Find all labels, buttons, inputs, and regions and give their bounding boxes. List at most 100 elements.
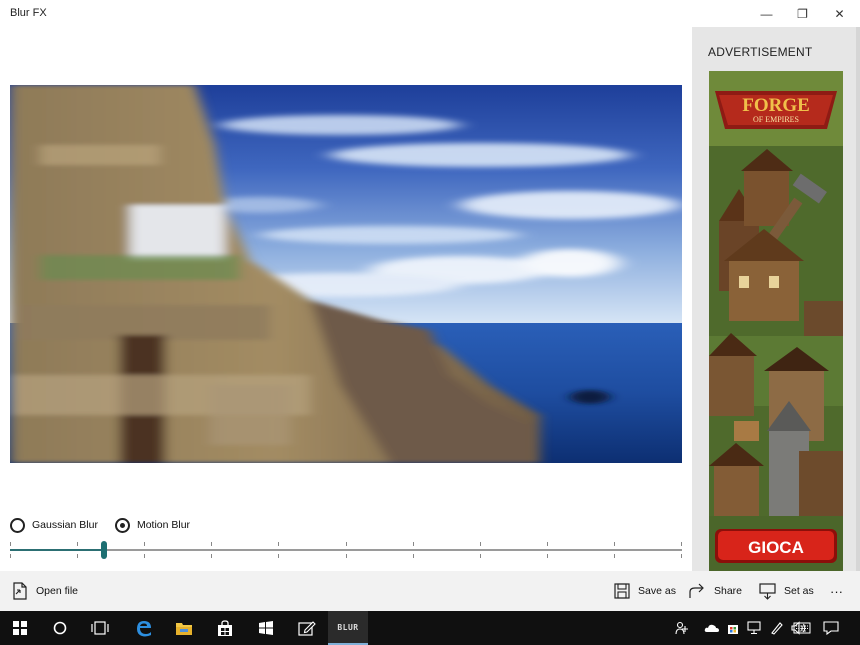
blurred-photo-preview — [10, 85, 682, 463]
slider-tick — [211, 542, 212, 546]
ad-brand-subtitle: OF EMPIRES — [753, 115, 799, 124]
blur-type-radio-group: Gaussian Blur Motion Blur — [10, 515, 207, 535]
slider-thumb[interactable] — [101, 541, 108, 559]
cortana-icon — [53, 621, 67, 635]
gaussian-blur-label: Gaussian Blur — [32, 519, 98, 531]
open-file-icon — [10, 581, 30, 601]
motion-blur-radio[interactable]: Motion Blur — [114, 517, 191, 533]
edit-app-button[interactable] — [287, 611, 327, 645]
store-badge-button[interactable] — [722, 611, 744, 645]
save-as-label: Save as — [638, 585, 676, 597]
action-center-button[interactable] — [820, 611, 842, 645]
slider-tick — [480, 554, 481, 558]
taskbar: BLUR — [0, 611, 860, 645]
store-button[interactable] — [205, 611, 245, 645]
open-file-label: Open file — [36, 585, 79, 597]
slider-tick — [413, 542, 414, 546]
onedrive-icon — [704, 624, 719, 632]
set-as-icon — [758, 581, 778, 601]
network-button[interactable] — [744, 611, 766, 645]
slider-track[interactable] — [10, 549, 682, 551]
edge-button[interactable] — [124, 611, 164, 645]
blur-fx-taskbar-button[interactable]: BLUR — [328, 611, 368, 645]
store-icon — [218, 619, 232, 636]
task-view-button[interactable] — [80, 611, 120, 645]
windows-icon — [259, 621, 273, 635]
pen-workspace-button[interactable] — [766, 611, 788, 645]
ad-panel-scrollbar[interactable] — [856, 27, 860, 571]
set-as-button[interactable]: Set as — [758, 571, 814, 611]
slider-tick — [10, 542, 11, 546]
windows-start-button[interactable] — [0, 611, 40, 645]
gaussian-blur-radio-circle[interactable] — [10, 517, 25, 533]
advertisement-label: ADVERTISEMENT — [708, 45, 813, 59]
blur-fx-app-icon: BLUR — [337, 622, 359, 632]
slider-tick — [278, 554, 279, 558]
share-label: Share — [714, 585, 743, 597]
network-icon — [747, 621, 761, 635]
blur-intensity-slider[interactable] — [10, 536, 682, 564]
cortana-button[interactable] — [40, 611, 80, 645]
minimize-icon: — — [760, 6, 773, 21]
close-button[interactable]: ✕ — [821, 0, 858, 27]
motion-blur-label: Motion Blur — [136, 519, 191, 531]
slider-tick — [614, 554, 615, 558]
slider-tick — [614, 542, 615, 546]
slider-tick — [144, 554, 145, 558]
save-as-button[interactable]: Save as — [612, 571, 676, 611]
photo-image — [10, 85, 682, 463]
people-icon — [675, 621, 688, 635]
people-button[interactable] — [671, 611, 693, 645]
command-bar: Open file Save as Share Set as ··· — [0, 571, 860, 611]
slider-tick — [211, 554, 212, 558]
ad-cta-button: GIOCA — [748, 538, 804, 557]
touch-keyboard-button[interactable] — [790, 611, 814, 645]
slider-tick — [77, 554, 78, 558]
motion-blur-radio-circle[interactable] — [114, 517, 130, 533]
slider-tick — [547, 542, 548, 546]
pen-icon — [771, 622, 783, 635]
share-button[interactable]: Share — [688, 571, 742, 611]
title-bar: Blur FX — ❐ ✕ — [0, 0, 860, 27]
editor-area: Gaussian Blur Motion Blur — [0, 27, 692, 571]
windows-tile-button[interactable] — [246, 611, 286, 645]
more-options-icon: ··· — [830, 583, 843, 599]
slider-tick — [681, 554, 682, 558]
set-as-label: Set as — [784, 585, 814, 597]
slider-tick — [547, 554, 548, 558]
keyboard-icon — [793, 622, 811, 634]
action-center-icon — [823, 621, 839, 635]
slider-tick — [480, 542, 481, 546]
ad-banner-image: FORGE OF EMPIRES GIOCA — [709, 71, 843, 571]
slider-tick — [346, 542, 347, 546]
save-icon — [612, 581, 632, 601]
close-icon: ✕ — [834, 6, 845, 21]
share-icon — [688, 581, 708, 601]
edge-icon — [137, 621, 151, 637]
ad-brand-title: FORGE — [742, 95, 810, 116]
slider-tick — [413, 554, 414, 558]
edit-icon — [298, 621, 316, 636]
minimize-button[interactable]: — — [748, 0, 785, 27]
slider-tick — [144, 542, 145, 546]
ad-panel: ADVERTISEMENT FORGE OF EMPIRES GIOCA — [692, 27, 860, 571]
onedrive-button[interactable] — [701, 611, 723, 645]
slider-tick — [346, 554, 347, 558]
maximize-button[interactable]: ❐ — [784, 0, 821, 27]
slider-tick — [278, 542, 279, 546]
open-file-button[interactable]: Open file — [10, 571, 78, 611]
more-options-button[interactable]: ··· — [830, 571, 843, 611]
slider-fill — [10, 549, 105, 551]
task-view-icon — [91, 621, 109, 635]
restore-icon: ❐ — [797, 6, 808, 21]
slider-tick — [10, 554, 11, 558]
gaussian-blur-radio[interactable]: Gaussian Blur — [10, 517, 98, 533]
file-explorer-button[interactable] — [164, 611, 204, 645]
store-badge-icon — [728, 625, 738, 634]
window-title: Blur FX — [10, 7, 47, 19]
file-explorer-icon — [176, 623, 192, 635]
windows-start-icon — [13, 621, 27, 635]
slider-tick — [681, 542, 682, 546]
ad-banner[interactable]: FORGE OF EMPIRES GIOCA — [709, 71, 843, 571]
slider-tick — [77, 542, 78, 546]
